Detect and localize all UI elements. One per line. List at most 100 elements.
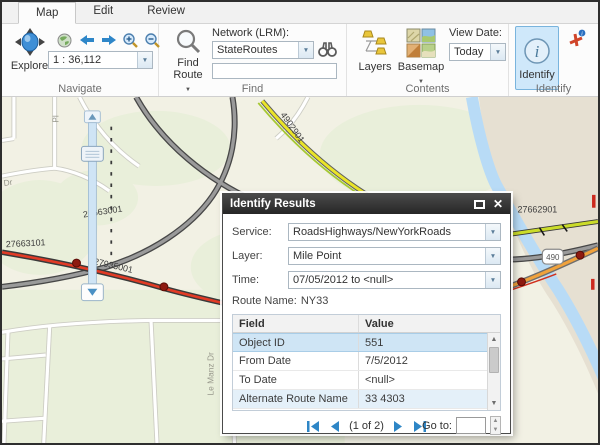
route-marker[interactable] [73, 259, 81, 267]
tab-review[interactable]: Review [130, 1, 202, 23]
table-row[interactable]: To Date <null> [233, 371, 500, 390]
field-cell: From Date [233, 352, 359, 370]
table-row[interactable]: Alternate Route Name 33 4303 [233, 390, 500, 409]
route-shield-490: 490 [542, 249, 563, 264]
service-label: Service: [232, 226, 288, 238]
tab-edit[interactable]: Edit [76, 1, 130, 23]
identify-info-icon: i [522, 36, 552, 69]
scrollbar-track[interactable] [488, 374, 500, 397]
network-lrm-value: StateRoutes [213, 42, 298, 58]
route-marker[interactable] [518, 278, 526, 286]
group-label-identify: Identify [509, 83, 598, 95]
scroll-down-icon[interactable] [488, 397, 500, 410]
layers-label: Layers [358, 61, 391, 73]
goto-spinner[interactable] [490, 416, 501, 435]
route-name-label: Route Name: [232, 295, 297, 307]
attributes-table: Field Value Object ID 551 From Date 7/5/… [232, 314, 501, 411]
layers-button[interactable]: Layers [354, 26, 396, 86]
network-lrm-label: Network (LRM): [212, 27, 289, 39]
group-navigate: Explore [2, 24, 159, 96]
maximize-icon[interactable] [474, 200, 485, 209]
table-row[interactable]: Object ID 551 [233, 333, 500, 352]
ribbon-tab-bar: Map Edit Review [2, 2, 598, 24]
goto-page-input[interactable] [456, 417, 486, 434]
route-marker[interactable] [160, 283, 168, 291]
find-route-button[interactable]: Find Route [168, 26, 208, 88]
svg-text:i: i [535, 42, 540, 61]
group-label-find: Find [159, 83, 346, 95]
value-cell: 551 [359, 334, 487, 351]
goto-label: Go to: [422, 420, 452, 432]
edge-route-marker [592, 195, 595, 208]
route-name-value: NY33 [301, 295, 329, 307]
next-page-button[interactable] [393, 420, 404, 433]
chevron-down-icon[interactable] [298, 42, 313, 58]
value-cell: 7/5/2012 [359, 352, 487, 370]
street-label: Le Manz Dr [206, 352, 216, 396]
network-lrm-combo[interactable]: StateRoutes [212, 41, 314, 59]
street-label: Dr [3, 177, 13, 188]
back-extent-arrow-icon[interactable] [77, 31, 96, 49]
chevron-down-icon[interactable] [485, 248, 500, 264]
first-page-button[interactable] [306, 420, 320, 433]
navigate-icons [55, 31, 162, 49]
group-label-contents: Contents [347, 83, 508, 95]
time-value: 07/05/2012 to <null> [289, 272, 485, 288]
identify-button[interactable]: i Identify [515, 26, 559, 90]
spinner-up-icon[interactable] [491, 417, 500, 426]
app-window: Map Edit Review Explore [0, 0, 600, 445]
field-cell: Object ID [233, 334, 359, 351]
previous-page-button[interactable] [329, 420, 340, 433]
field-cell: Alternate Route Name [233, 390, 359, 408]
value-cell: <null> [359, 371, 487, 389]
dialog-body: Service: RoadsHighways/NewYorkRoads Laye… [223, 214, 510, 443]
group-contents: Layers Basemap View Date: [347, 24, 509, 96]
close-icon[interactable] [493, 197, 503, 211]
column-header-field[interactable]: Field [233, 315, 359, 332]
explore-button[interactable]: Explore [7, 27, 52, 83]
layer-combo[interactable]: Mile Point [288, 247, 501, 265]
full-extent-globe-icon[interactable] [55, 31, 74, 49]
value-cell: 33 4303 [359, 390, 487, 408]
table-scrollbar[interactable] [487, 333, 500, 410]
identify-label: Identify [519, 69, 554, 81]
layer-label: Layer: [232, 250, 288, 262]
tab-map[interactable]: Map [18, 2, 76, 24]
scrollbar-thumb[interactable] [489, 347, 499, 373]
binoculars-icon[interactable] [318, 41, 337, 63]
spinner-down-icon[interactable] [491, 426, 500, 435]
zoom-in-icon[interactable] [121, 31, 140, 49]
forward-extent-arrow-icon[interactable] [99, 31, 118, 49]
find-route-magnifier-icon [175, 28, 201, 57]
service-combo[interactable]: RoadsHighways/NewYorkRoads [288, 223, 501, 241]
map-label-route-id: 27662901 [518, 205, 558, 215]
chevron-down-icon[interactable] [490, 44, 505, 60]
scroll-up-icon[interactable] [488, 333, 500, 346]
page-indicator: (1 of 2) [349, 420, 384, 432]
chevron-down-icon[interactable] [137, 52, 152, 68]
view-date-label: View Date: [449, 27, 502, 39]
layers-icon [360, 28, 390, 61]
time-label: Time: [232, 274, 288, 286]
chevron-down-icon[interactable] [485, 272, 500, 288]
layer-value: Mile Point [289, 248, 485, 264]
column-header-value[interactable]: Value [359, 315, 487, 332]
explore-label: Explore [11, 60, 48, 72]
dialog-title-bar[interactable]: Identify Results [223, 194, 510, 214]
group-label-navigate: Navigate [2, 83, 158, 95]
route-input[interactable] [212, 63, 337, 79]
view-date-combo[interactable]: Today [449, 43, 506, 61]
explore-icon [14, 27, 46, 60]
route-name-row: Route Name: NY33 [232, 295, 501, 307]
route-marker[interactable] [576, 251, 584, 259]
time-combo[interactable]: 07/05/2012 to <null> [288, 271, 501, 289]
map-scale-combo[interactable]: 1 : 36,112 [48, 51, 153, 69]
table-header-row: Field Value [233, 315, 500, 333]
chevron-down-icon[interactable] [485, 224, 500, 240]
identify-route-location-icon[interactable]: i [567, 29, 587, 54]
group-identify: i Identify i Identify [509, 24, 598, 96]
identify-results-dialog: Identify Results Service: RoadsHighways/… [222, 193, 511, 434]
street-label: Pl [51, 115, 61, 123]
table-row[interactable]: From Date 7/5/2012 [233, 352, 500, 371]
edge-route-marker [591, 279, 594, 290]
